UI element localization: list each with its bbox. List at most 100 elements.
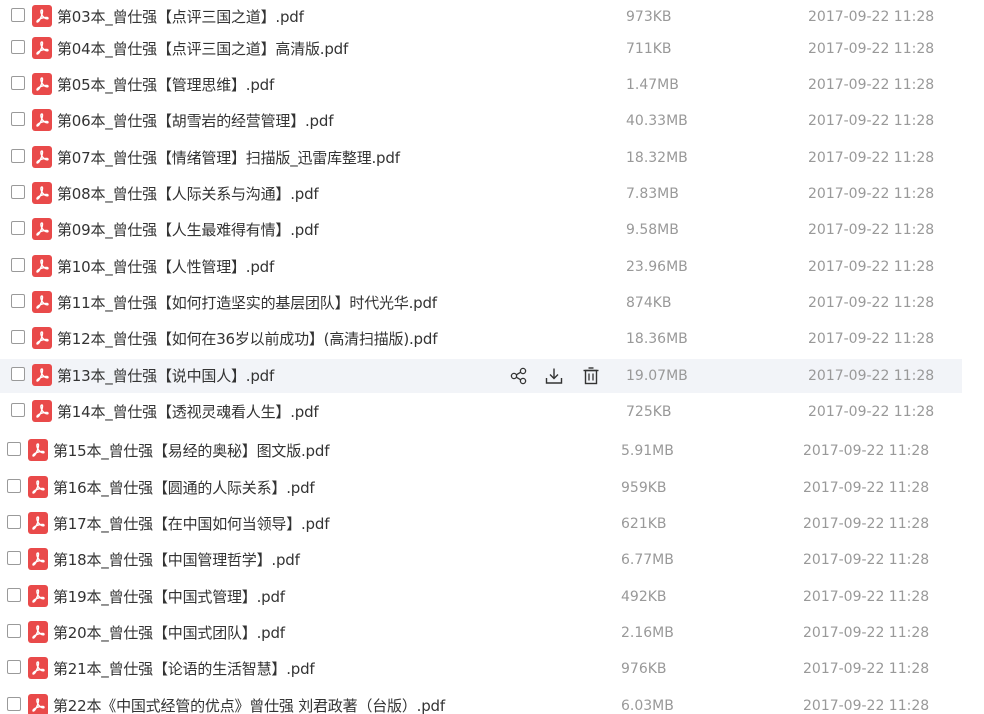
row-checkbox[interactable] bbox=[7, 515, 21, 529]
file-row[interactable]: 第09本_曾仕强【人生最难得有情】.pdf 9.58MB 2017-09-22 … bbox=[0, 213, 962, 247]
file-name[interactable]: 第19本_曾仕强【中国式管理】.pdf bbox=[53, 580, 285, 614]
file-size: 959KB bbox=[621, 480, 667, 496]
row-checkbox[interactable] bbox=[7, 588, 21, 602]
file-size: 18.32MB bbox=[626, 150, 688, 166]
file-name[interactable]: 第15本_曾仕强【易经的奥秘】图文版.pdf bbox=[53, 434, 329, 468]
file-name[interactable]: 第09本_曾仕强【人生最难得有情】.pdf bbox=[57, 213, 319, 247]
file-size: 725KB bbox=[626, 404, 672, 420]
file-size: 23.96MB bbox=[626, 259, 688, 275]
file-name[interactable]: 第21本_曾仕强【论语的生活智慧】.pdf bbox=[53, 652, 315, 686]
file-name[interactable]: 第10本_曾仕强【人性管理】.pdf bbox=[57, 250, 274, 284]
row-checkbox[interactable] bbox=[11, 8, 25, 22]
file-date: 2017-09-22 11:28 bbox=[808, 150, 935, 166]
file-row[interactable]: 第10本_曾仕强【人性管理】.pdf 23.96MB 2017-09-22 11… bbox=[0, 250, 962, 284]
file-row[interactable]: 第11本_曾仕强【如何打造坚实的基层团队】时代光华.pdf 874KB 2017… bbox=[0, 286, 962, 320]
file-name[interactable]: 第11本_曾仕强【如何打造坚实的基层团队】时代光华.pdf bbox=[57, 286, 437, 320]
file-date: 2017-09-22 11:28 bbox=[803, 516, 930, 532]
file-name[interactable]: 第20本_曾仕强【中国式团队】.pdf bbox=[53, 616, 285, 650]
pdf-file-icon bbox=[28, 476, 48, 498]
row-checkbox[interactable] bbox=[7, 660, 21, 674]
row-checkbox[interactable] bbox=[11, 40, 25, 54]
file-size: 6.03MB bbox=[621, 698, 674, 714]
pdf-file-icon bbox=[32, 37, 52, 59]
file-row[interactable]: 第21本_曾仕强【论语的生活智慧】.pdf 976KB 2017-09-22 1… bbox=[0, 652, 962, 686]
file-date: 2017-09-22 11:28 bbox=[808, 186, 935, 202]
file-row[interactable]: 第08本_曾仕强【人际关系与沟通】.pdf 7.83MB 2017-09-22 … bbox=[0, 177, 962, 211]
file-name[interactable]: 第04本_曾仕强【点评三国之道】高清版.pdf bbox=[57, 32, 348, 66]
file-name[interactable]: 第14本_曾仕强【透视灵魂看人生】.pdf bbox=[57, 395, 319, 429]
file-row-hovered[interactable]: 第13本_曾仕强【说中国人】.pdf 19.07MB 2017-09-22 11… bbox=[0, 359, 962, 393]
file-row[interactable]: 第06本_曾仕强【胡雪岩的经营管理】.pdf 40.33MB 2017-09-2… bbox=[0, 104, 962, 138]
pdf-file-icon bbox=[28, 548, 48, 570]
file-date: 2017-09-22 11:28 bbox=[803, 625, 930, 641]
file-size: 1.47MB bbox=[626, 77, 679, 93]
file-date: 2017-09-22 11:28 bbox=[803, 589, 930, 605]
file-row[interactable]: 第12本_曾仕强【如何在36岁以前成功】(高清扫描版).pdf 18.36MB … bbox=[0, 322, 962, 356]
file-row[interactable]: 第16本_曾仕强【圆通的人际关系】.pdf 959KB 2017-09-22 1… bbox=[0, 471, 962, 505]
pdf-file-icon bbox=[28, 657, 48, 679]
file-date: 2017-09-22 11:28 bbox=[803, 698, 930, 714]
row-checkbox[interactable] bbox=[11, 149, 25, 163]
row-checkbox[interactable] bbox=[7, 442, 21, 456]
row-checkbox[interactable] bbox=[11, 112, 25, 126]
file-row[interactable]: 第18本_曾仕强【中国管理哲学】.pdf 6.77MB 2017-09-22 1… bbox=[0, 543, 962, 577]
delete-icon[interactable] bbox=[580, 365, 602, 387]
download-icon[interactable] bbox=[543, 365, 565, 387]
pdf-file-icon bbox=[32, 5, 52, 27]
row-checkbox[interactable] bbox=[11, 258, 25, 272]
row-checkbox[interactable] bbox=[11, 76, 25, 90]
file-name[interactable]: 第03本_曾仕强【点评三国之道】.pdf bbox=[57, 0, 304, 34]
file-date: 2017-09-22 11:28 bbox=[808, 77, 935, 93]
file-date: 2017-09-22 11:28 bbox=[808, 295, 935, 311]
file-name[interactable]: 第22本《中国式经管的优点》曾仕强 刘君政著（台版）.pdf bbox=[53, 689, 445, 714]
file-size: 874KB bbox=[626, 295, 672, 311]
share-icon[interactable] bbox=[508, 365, 530, 387]
file-date: 2017-09-22 11:28 bbox=[808, 404, 935, 420]
file-size: 2.16MB bbox=[621, 625, 674, 641]
file-row[interactable]: 第20本_曾仕强【中国式团队】.pdf 2.16MB 2017-09-22 11… bbox=[0, 616, 962, 650]
row-checkbox[interactable] bbox=[7, 624, 21, 638]
row-checkbox[interactable] bbox=[7, 551, 21, 565]
file-row[interactable]: 第05本_曾仕强【管理思维】.pdf 1.47MB 2017-09-22 11:… bbox=[0, 68, 962, 102]
row-checkbox[interactable] bbox=[11, 185, 25, 199]
pdf-file-icon bbox=[32, 182, 52, 204]
file-name[interactable]: 第07本_曾仕强【情绪管理】扫描版_迅雷库整理.pdf bbox=[57, 141, 400, 175]
file-name[interactable]: 第18本_曾仕强【中国管理哲学】.pdf bbox=[53, 543, 300, 577]
file-row[interactable]: 第03本_曾仕强【点评三国之道】.pdf 973KB 2017-09-22 11… bbox=[0, 0, 962, 34]
file-name[interactable]: 第16本_曾仕强【圆通的人际关系】.pdf bbox=[53, 471, 315, 505]
file-date: 2017-09-22 11:28 bbox=[803, 443, 930, 459]
pdf-file-icon bbox=[32, 327, 52, 349]
pdf-file-icon bbox=[32, 400, 52, 422]
row-checkbox[interactable] bbox=[11, 294, 25, 308]
file-name[interactable]: 第05本_曾仕强【管理思维】.pdf bbox=[57, 68, 274, 102]
pdf-file-icon bbox=[32, 364, 52, 386]
file-name[interactable]: 第12本_曾仕强【如何在36岁以前成功】(高清扫描版).pdf bbox=[57, 322, 437, 356]
row-checkbox[interactable] bbox=[7, 479, 21, 493]
row-checkbox[interactable] bbox=[11, 330, 25, 344]
file-row[interactable]: 第04本_曾仕强【点评三国之道】高清版.pdf 711KB 2017-09-22… bbox=[0, 32, 962, 66]
pdf-file-icon bbox=[32, 255, 52, 277]
file-row[interactable]: 第14本_曾仕强【透视灵魂看人生】.pdf 725KB 2017-09-22 1… bbox=[0, 395, 962, 429]
file-name[interactable]: 第13本_曾仕强【说中国人】.pdf bbox=[57, 359, 274, 393]
row-checkbox[interactable] bbox=[7, 697, 21, 711]
file-name[interactable]: 第06本_曾仕强【胡雪岩的经营管理】.pdf bbox=[57, 104, 333, 138]
file-list: 第03本_曾仕强【点评三国之道】.pdf 973KB 2017-09-22 11… bbox=[0, 0, 984, 714]
file-date: 2017-09-22 11:28 bbox=[808, 222, 935, 238]
file-name[interactable]: 第17本_曾仕强【在中国如何当领导】.pdf bbox=[53, 507, 329, 541]
row-checkbox[interactable] bbox=[11, 367, 25, 381]
file-size: 973KB bbox=[626, 9, 672, 25]
file-size: 9.58MB bbox=[626, 222, 679, 238]
file-row[interactable]: 第22本《中国式经管的优点》曾仕强 刘君政著（台版）.pdf 6.03MB 20… bbox=[0, 689, 962, 714]
row-checkbox[interactable] bbox=[11, 403, 25, 417]
file-date: 2017-09-22 11:28 bbox=[803, 480, 930, 496]
file-name[interactable]: 第08本_曾仕强【人际关系与沟通】.pdf bbox=[57, 177, 319, 211]
file-size: 6.77MB bbox=[621, 552, 674, 568]
row-checkbox[interactable] bbox=[11, 221, 25, 235]
file-size: 492KB bbox=[621, 589, 667, 605]
pdf-file-icon bbox=[32, 291, 52, 313]
file-row[interactable]: 第19本_曾仕强【中国式管理】.pdf 492KB 2017-09-22 11:… bbox=[0, 580, 962, 614]
file-row[interactable]: 第07本_曾仕强【情绪管理】扫描版_迅雷库整理.pdf 18.32MB 2017… bbox=[0, 141, 962, 175]
file-row[interactable]: 第17本_曾仕强【在中国如何当领导】.pdf 621KB 2017-09-22 … bbox=[0, 507, 962, 541]
file-size: 18.36MB bbox=[626, 331, 688, 347]
file-row[interactable]: 第15本_曾仕强【易经的奥秘】图文版.pdf 5.91MB 2017-09-22… bbox=[0, 434, 962, 468]
